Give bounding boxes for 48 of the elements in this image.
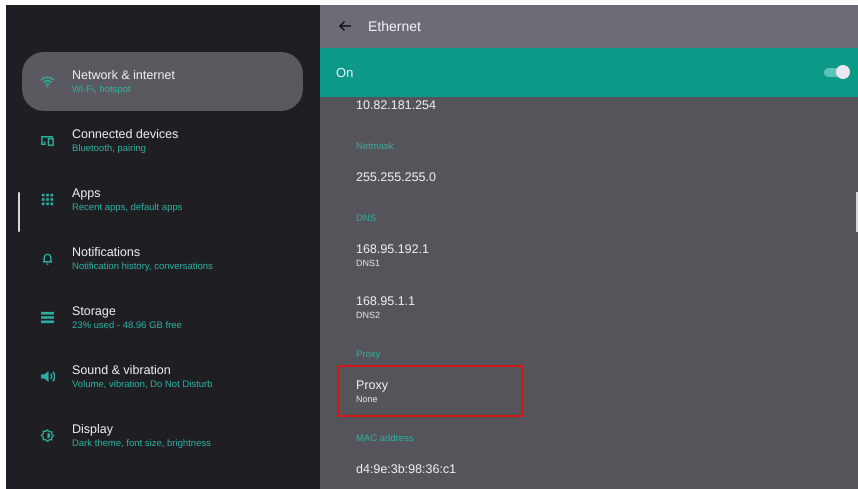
devices-icon [40, 134, 55, 147]
setting-title: 168.95.1.1 [356, 293, 416, 309]
section-header: Proxy [356, 348, 382, 360]
category-summary: Notification history, conversations [72, 260, 213, 273]
settings-category[interactable]: Display Dark theme, font size, brightness [22, 406, 303, 465]
setting-value: d4:9e:3b:98:36:c1 [356, 461, 458, 477]
category-title: Connected devices [72, 126, 178, 142]
category-summary: Wi-Fi, hotspot [72, 83, 132, 96]
category-summary: Dark theme, font size, brightness [72, 437, 211, 450]
setting-value: 10.82.181.254 [356, 97, 437, 113]
back-arrow-icon[interactable] [338, 20, 352, 32]
category-title: Notifications [72, 244, 142, 260]
section-header: Netmask [356, 140, 394, 152]
page-title: Ethernet [368, 18, 421, 34]
settings-category[interactable]: Notifications Notification history, conversations [22, 229, 303, 288]
bell-icon [40, 252, 55, 265]
settings-category[interactable]: Storage 23% used - 48.96 GB free [22, 288, 303, 347]
setting-title: Proxy [356, 377, 389, 393]
speaker-icon [40, 370, 55, 383]
category-summary: Bluetooth, pairing [72, 142, 147, 155]
setting-summary: None [356, 393, 379, 405]
switch-label: On [336, 64, 354, 80]
scrollbar [18, 192, 20, 232]
grid-icon [40, 193, 55, 206]
category-summary: 23% used - 48.96 GB free [72, 319, 182, 332]
category-title: Network & internet [72, 67, 175, 83]
settings-category[interactable]: Apps Recent apps, default apps [22, 170, 303, 229]
category-title: Storage [72, 303, 117, 319]
section-header: MAC address [356, 432, 415, 444]
settings-category[interactable]: Sound & vibration Volume, vibration, Do Not Disturb [22, 347, 303, 406]
category-summary: Recent apps, default apps [72, 201, 182, 214]
category-title: Apps [72, 185, 102, 201]
storage-icon [40, 311, 55, 324]
setting-value: 255.255.255.0 [356, 169, 437, 185]
toggle-switch[interactable] [824, 65, 850, 80]
highlight-frame[interactable]: Proxy None [337, 365, 523, 417]
setting-title: 168.95.192.1 [356, 241, 430, 257]
setting-summary: DNS2 [356, 309, 382, 321]
settings-category[interactable]: Network & internet Wi-Fi, hotspot [22, 52, 303, 111]
category-title: Display [72, 421, 114, 437]
scrollbar [856, 192, 858, 232]
wifi-icon [40, 75, 55, 88]
section-header: DNS [356, 212, 378, 224]
category-title: Sound & vibration [72, 362, 172, 378]
category-summary: Volume, vibration, Do Not Disturb [72, 378, 212, 391]
setting-summary: DNS1 [356, 257, 382, 269]
brightness-icon [40, 429, 55, 442]
settings-category[interactable]: Connected devices Bluetooth, pairing [22, 111, 303, 170]
